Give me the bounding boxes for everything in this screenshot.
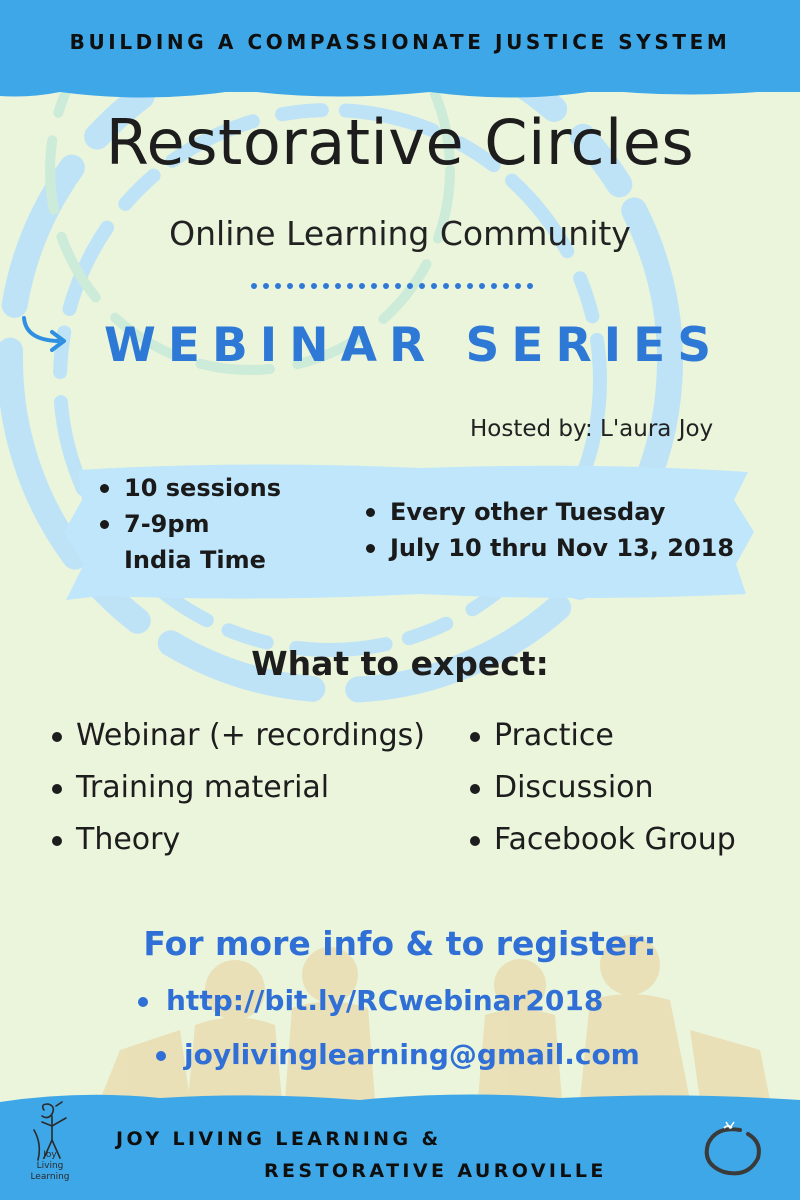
register-email-link[interactable]: joylivinglearning@gmail.com: [150, 1028, 640, 1082]
list-item: Discussion: [462, 762, 736, 814]
subtitle: Online Learning Community: [169, 214, 631, 253]
divider-dot: [443, 283, 449, 289]
divider-dot: [347, 283, 353, 289]
curved-arrow-right-icon: [22, 316, 66, 352]
divider-dot: [311, 283, 317, 289]
logo-word: Living: [36, 1161, 64, 1171]
divider-dot: [275, 283, 281, 289]
enso-circle-logo: [704, 1121, 761, 1176]
divider-dot: [395, 283, 401, 289]
divider-dot: [503, 283, 509, 289]
divider-dot: [527, 283, 533, 289]
register-url-link[interactable]: http://bit.ly/RCwebinar2018: [132, 974, 603, 1028]
expect-list-left: Webinar (+ recordings) Training material…: [44, 710, 425, 866]
list-item: Facebook Group: [462, 814, 736, 866]
tagline: BUILDING A COMPASSIONATE JUSTICE SYSTEM: [69, 30, 731, 54]
expect-list-right: Practice Discussion Facebook Group: [462, 710, 736, 866]
logo-word: Joy: [43, 1150, 57, 1160]
footer-line-2: RESTORATIVE AUROVILLE: [264, 1160, 607, 1182]
list-item: Training material: [44, 762, 425, 814]
expect-heading: What to expect:: [251, 644, 549, 683]
schedule-list-right: Every other Tuesday July 10 thru Nov 13,…: [362, 494, 734, 566]
divider-dot: [455, 283, 461, 289]
divider-dot: [419, 283, 425, 289]
divider-dot: [431, 283, 437, 289]
list-item: Theory: [44, 814, 425, 866]
dotted-divider: [251, 283, 533, 289]
logo-wordmark: Joy Living Learning: [30, 1150, 70, 1183]
footer-line-1: JOY LIVING LEARNING &: [116, 1128, 442, 1150]
divider-dot: [383, 283, 389, 289]
divider-dot: [371, 283, 377, 289]
divider-dot: [407, 283, 413, 289]
schedule-item: 7-9pm: [96, 506, 281, 542]
poster: BUILDING A COMPASSIONATE JUSTICE SYSTEM …: [0, 0, 800, 1200]
host-line: Hosted by: L'aura Joy: [470, 416, 714, 442]
top-banner-brush-edge: [0, 78, 800, 98]
register-heading: For more info & to register:: [143, 924, 657, 963]
divider-dot: [335, 283, 341, 289]
divider-dot: [287, 283, 293, 289]
divider-dot: [359, 283, 365, 289]
schedule-item: 10 sessions: [96, 470, 281, 506]
series-heading: WEBINAR SERIES: [104, 318, 724, 373]
list-item: Practice: [462, 710, 736, 762]
divider-dot: [323, 283, 329, 289]
register-link-list: http://bit.ly/RCwebinar2018: [132, 974, 603, 1028]
divider-dot: [299, 283, 305, 289]
schedule-item-continued: India Time: [124, 546, 266, 574]
list-item: Webinar (+ recordings): [44, 710, 425, 762]
divider-dot: [263, 283, 269, 289]
divider-dot: [251, 283, 257, 289]
divider-dot: [479, 283, 485, 289]
divider-dot: [467, 283, 473, 289]
schedule-item: Every other Tuesday: [362, 494, 734, 530]
schedule-item: July 10 thru Nov 13, 2018: [362, 530, 734, 566]
divider-dot: [491, 283, 497, 289]
register-email-list: joylivinglearning@gmail.com: [150, 1028, 640, 1082]
divider-dot: [515, 283, 521, 289]
schedule-list-left: 10 sessions 7-9pm India Time: [96, 470, 281, 578]
logo-word: Learning: [30, 1172, 70, 1182]
page-title: Restorative Circles: [105, 106, 695, 179]
